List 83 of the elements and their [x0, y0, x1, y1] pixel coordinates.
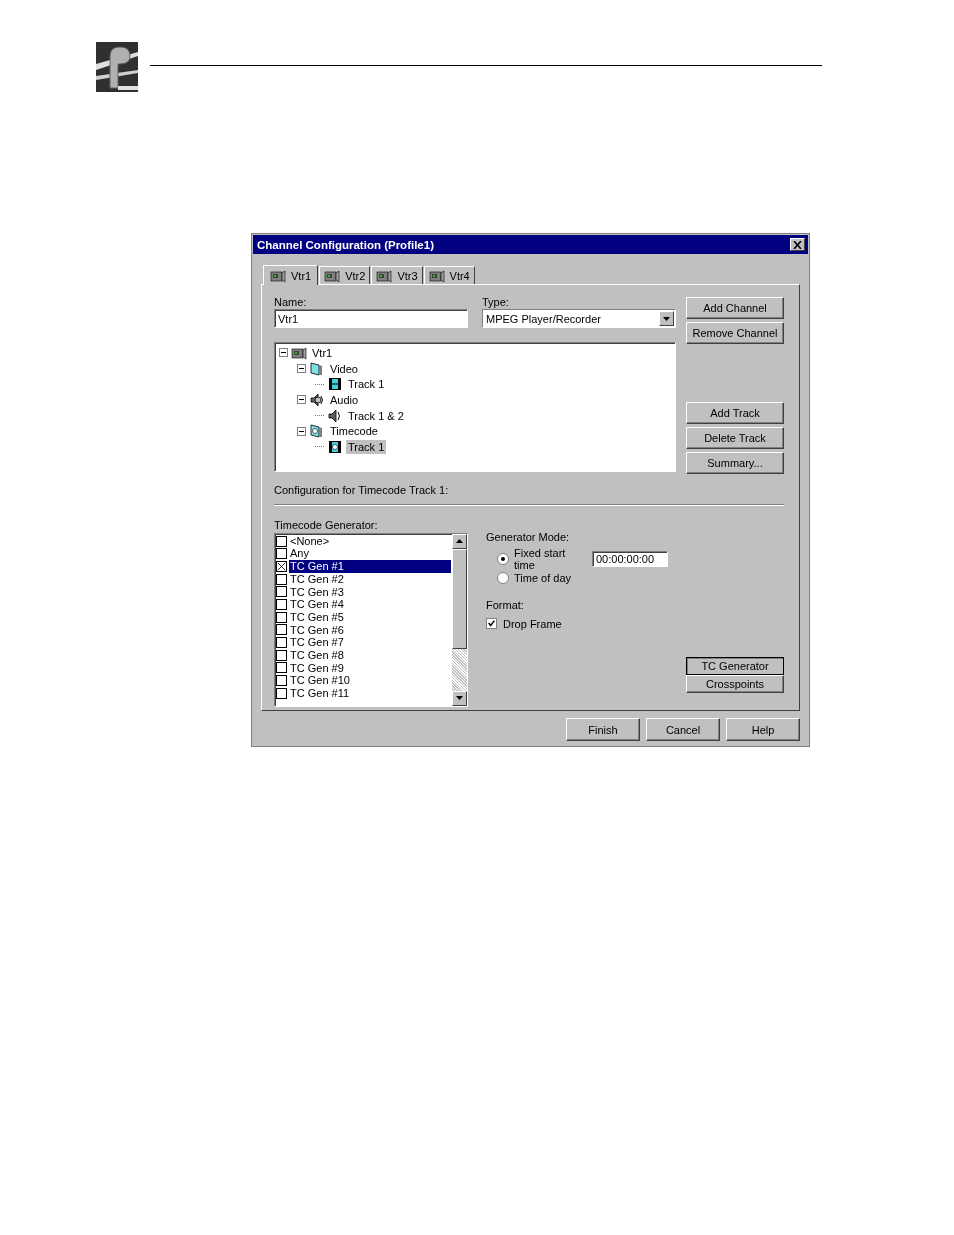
vtr-icon	[428, 268, 445, 283]
config-label: Configuration for Timecode Track 1:	[274, 484, 450, 499]
scrollbar[interactable]	[452, 533, 467, 706]
checkbox-label: Drop Frame	[503, 617, 562, 630]
type-label: Type:	[482, 295, 510, 309]
track-button[interactable]: Summary...	[686, 452, 784, 474]
tree-item[interactable]: Video	[328, 361, 360, 376]
checkbox[interactable]	[276, 649, 287, 661]
collapse-toggle[interactable]	[297, 426, 306, 436]
view-button[interactable]: TC Generator	[686, 656, 784, 675]
checkbox[interactable]	[276, 662, 287, 674]
list-item[interactable]: TC Gen #6	[289, 623, 451, 637]
scroll-up-icon	[456, 539, 463, 544]
timecode-strip-icon	[327, 439, 343, 454]
checkbox[interactable]	[276, 675, 287, 687]
name-label: Name:	[274, 295, 308, 309]
checkbox[interactable]	[276, 624, 287, 636]
type-dropdown[interactable]: MPEG Player/Recorder	[482, 309, 676, 328]
list-item[interactable]: TC Gen #1	[289, 560, 451, 573]
checkbox[interactable]	[486, 618, 497, 630]
mode-label: Generator Mode:	[486, 529, 571, 544]
collapse-toggle[interactable]	[297, 364, 306, 374]
speaker-icon	[327, 408, 343, 423]
tree-item[interactable]: Vtr1	[310, 345, 335, 360]
timecode-icon	[309, 424, 325, 439]
radio-label: Time of day	[514, 572, 572, 585]
tab[interactable]: Vtr3	[371, 266, 423, 284]
generator-label: Timecode Generator:	[274, 517, 379, 532]
window-title: Channel Configuration (Profile1)	[257, 238, 434, 251]
radio-label: Fixed start time	[514, 547, 567, 572]
channel-button[interactable]: Add Channel	[686, 297, 784, 319]
checkbox[interactable]	[276, 637, 287, 649]
checkbox[interactable]	[276, 599, 287, 611]
list-item[interactable]: TC Gen #11	[289, 687, 451, 700]
list-item[interactable]: <None>	[289, 534, 451, 548]
tab[interactable]: Vtr4	[423, 266, 475, 284]
tab[interactable]: Vtr1	[263, 265, 319, 285]
list-item[interactable]: TC Gen #9	[289, 661, 451, 675]
list-item[interactable]: TC Gen #3	[289, 585, 451, 599]
format-label: Format:	[486, 597, 525, 612]
collapse-toggle[interactable]	[297, 395, 306, 405]
dropdown-arrow-icon	[663, 316, 670, 321]
tree-item[interactable]: Track 1 & 2	[346, 408, 406, 423]
checkbox[interactable]	[276, 687, 287, 699]
checkbox[interactable]	[276, 611, 287, 623]
list-item[interactable]: Any	[289, 547, 451, 561]
vtr-icon	[270, 268, 286, 283]
checkbox[interactable]	[276, 535, 287, 547]
list-item[interactable]: TC Gen #8	[289, 648, 451, 662]
vtr-icon	[291, 345, 307, 360]
start-time-field[interactable]: 00:00:00:00	[592, 551, 668, 568]
checkbox[interactable]	[276, 586, 287, 598]
tab[interactable]: Vtr2	[319, 266, 371, 284]
track-button[interactable]: Add Track	[686, 402, 784, 424]
logo-icon	[96, 42, 138, 94]
radio-button[interactable]	[497, 572, 509, 585]
film-strip-icon	[327, 377, 343, 392]
channel-button[interactable]: Remove Channel	[686, 322, 784, 344]
tree-item[interactable]: Timecode	[328, 424, 380, 439]
footer-button[interactable]: Help	[726, 718, 800, 741]
list-item[interactable]: TC Gen #4	[289, 598, 451, 611]
checkbox[interactable]	[276, 560, 287, 572]
speaker-icon	[309, 392, 325, 407]
checkbox[interactable]	[276, 548, 287, 560]
list-item[interactable]: TC Gen #10	[289, 674, 451, 687]
vtr-icon	[324, 268, 341, 283]
track-button[interactable]: Delete Track	[686, 427, 784, 449]
tree-item[interactable]: Audio	[328, 392, 361, 407]
list-item[interactable]: TC Gen #7	[289, 636, 451, 649]
collapse-toggle[interactable]	[279, 348, 288, 358]
list-item[interactable]: TC Gen #5	[289, 610, 451, 624]
footer-button[interactable]: Finish	[566, 718, 640, 741]
list-item[interactable]: TC Gen #2	[289, 572, 451, 586]
footer-button[interactable]: Cancel	[646, 718, 720, 741]
close-button[interactable]	[790, 238, 805, 251]
checkbox[interactable]	[276, 573, 287, 585]
vtr-icon	[376, 268, 393, 283]
tree-item[interactable]: Track 1	[346, 439, 387, 454]
name-field[interactable]: Vtr1	[274, 309, 468, 328]
scroll-down-icon	[456, 696, 463, 701]
radio-button[interactable]	[497, 553, 509, 566]
tree-item[interactable]: Track 1	[346, 377, 387, 392]
film-icon	[309, 361, 325, 376]
